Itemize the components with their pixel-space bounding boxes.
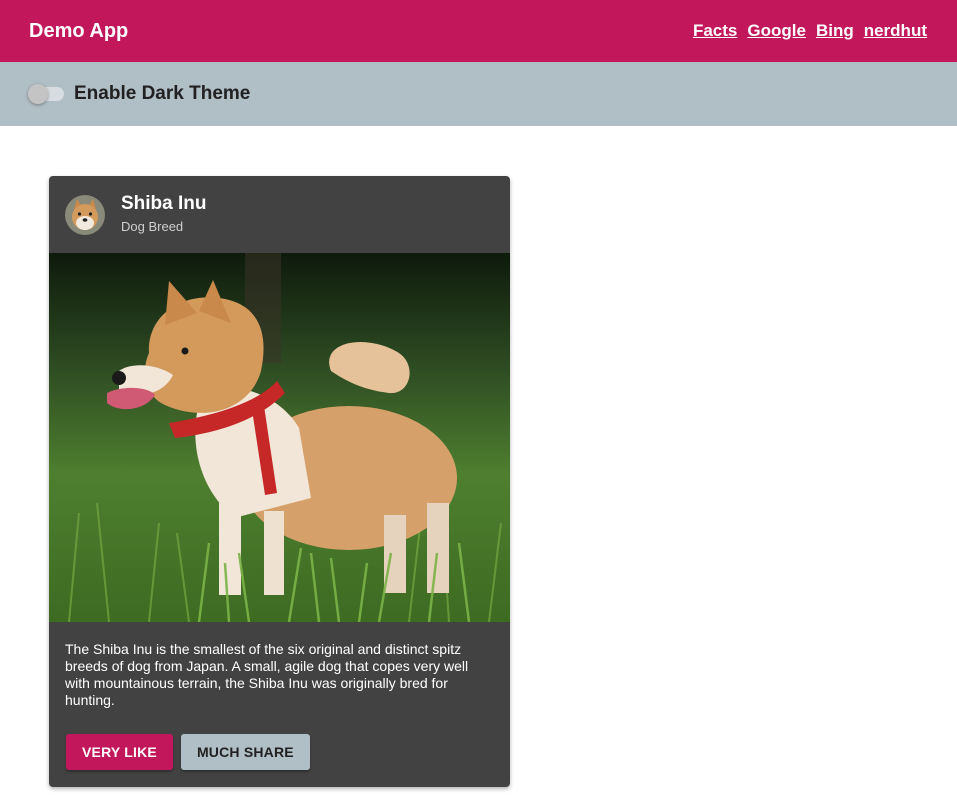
nav-link-nerdhut[interactable]: nerdhut [864, 21, 927, 41]
nav-link-google[interactable]: Google [747, 21, 806, 41]
shiba-inu-avatar-icon [65, 194, 105, 235]
card-titles: Shiba Inu Dog Breed [121, 192, 207, 237]
dark-theme-toggle[interactable] [28, 84, 66, 104]
toggle-thumb[interactable] [28, 84, 48, 104]
shiba-inu-card: Shiba Inu Dog Breed The Shiba Inu is the… [49, 176, 510, 787]
shiba-inu-photo-icon [49, 253, 510, 623]
card-description: The Shiba Inu is the smallest of the six… [65, 641, 469, 708]
nav-link-facts[interactable]: Facts [693, 21, 737, 41]
dark-theme-label: Enable Dark Theme [74, 83, 251, 104]
theme-bar: Enable Dark Theme [0, 62, 957, 126]
nav-links: Facts Google Bing nerdhut [683, 21, 927, 41]
app-toolbar: Demo App Facts Google Bing nerdhut [0, 0, 957, 62]
card-actions: VERY LIKE MUCH SHARE [66, 734, 310, 770]
much-share-button[interactable]: MUCH SHARE [180, 734, 310, 770]
app-title: Demo App [29, 19, 129, 42]
very-like-button[interactable]: VERY LIKE [66, 734, 173, 770]
card-title: Shiba Inu [121, 193, 207, 214]
nav-link-bing[interactable]: Bing [816, 21, 854, 41]
card-header: Shiba Inu Dog Breed [49, 176, 510, 253]
card-subtitle: Dog Breed [121, 219, 184, 234]
